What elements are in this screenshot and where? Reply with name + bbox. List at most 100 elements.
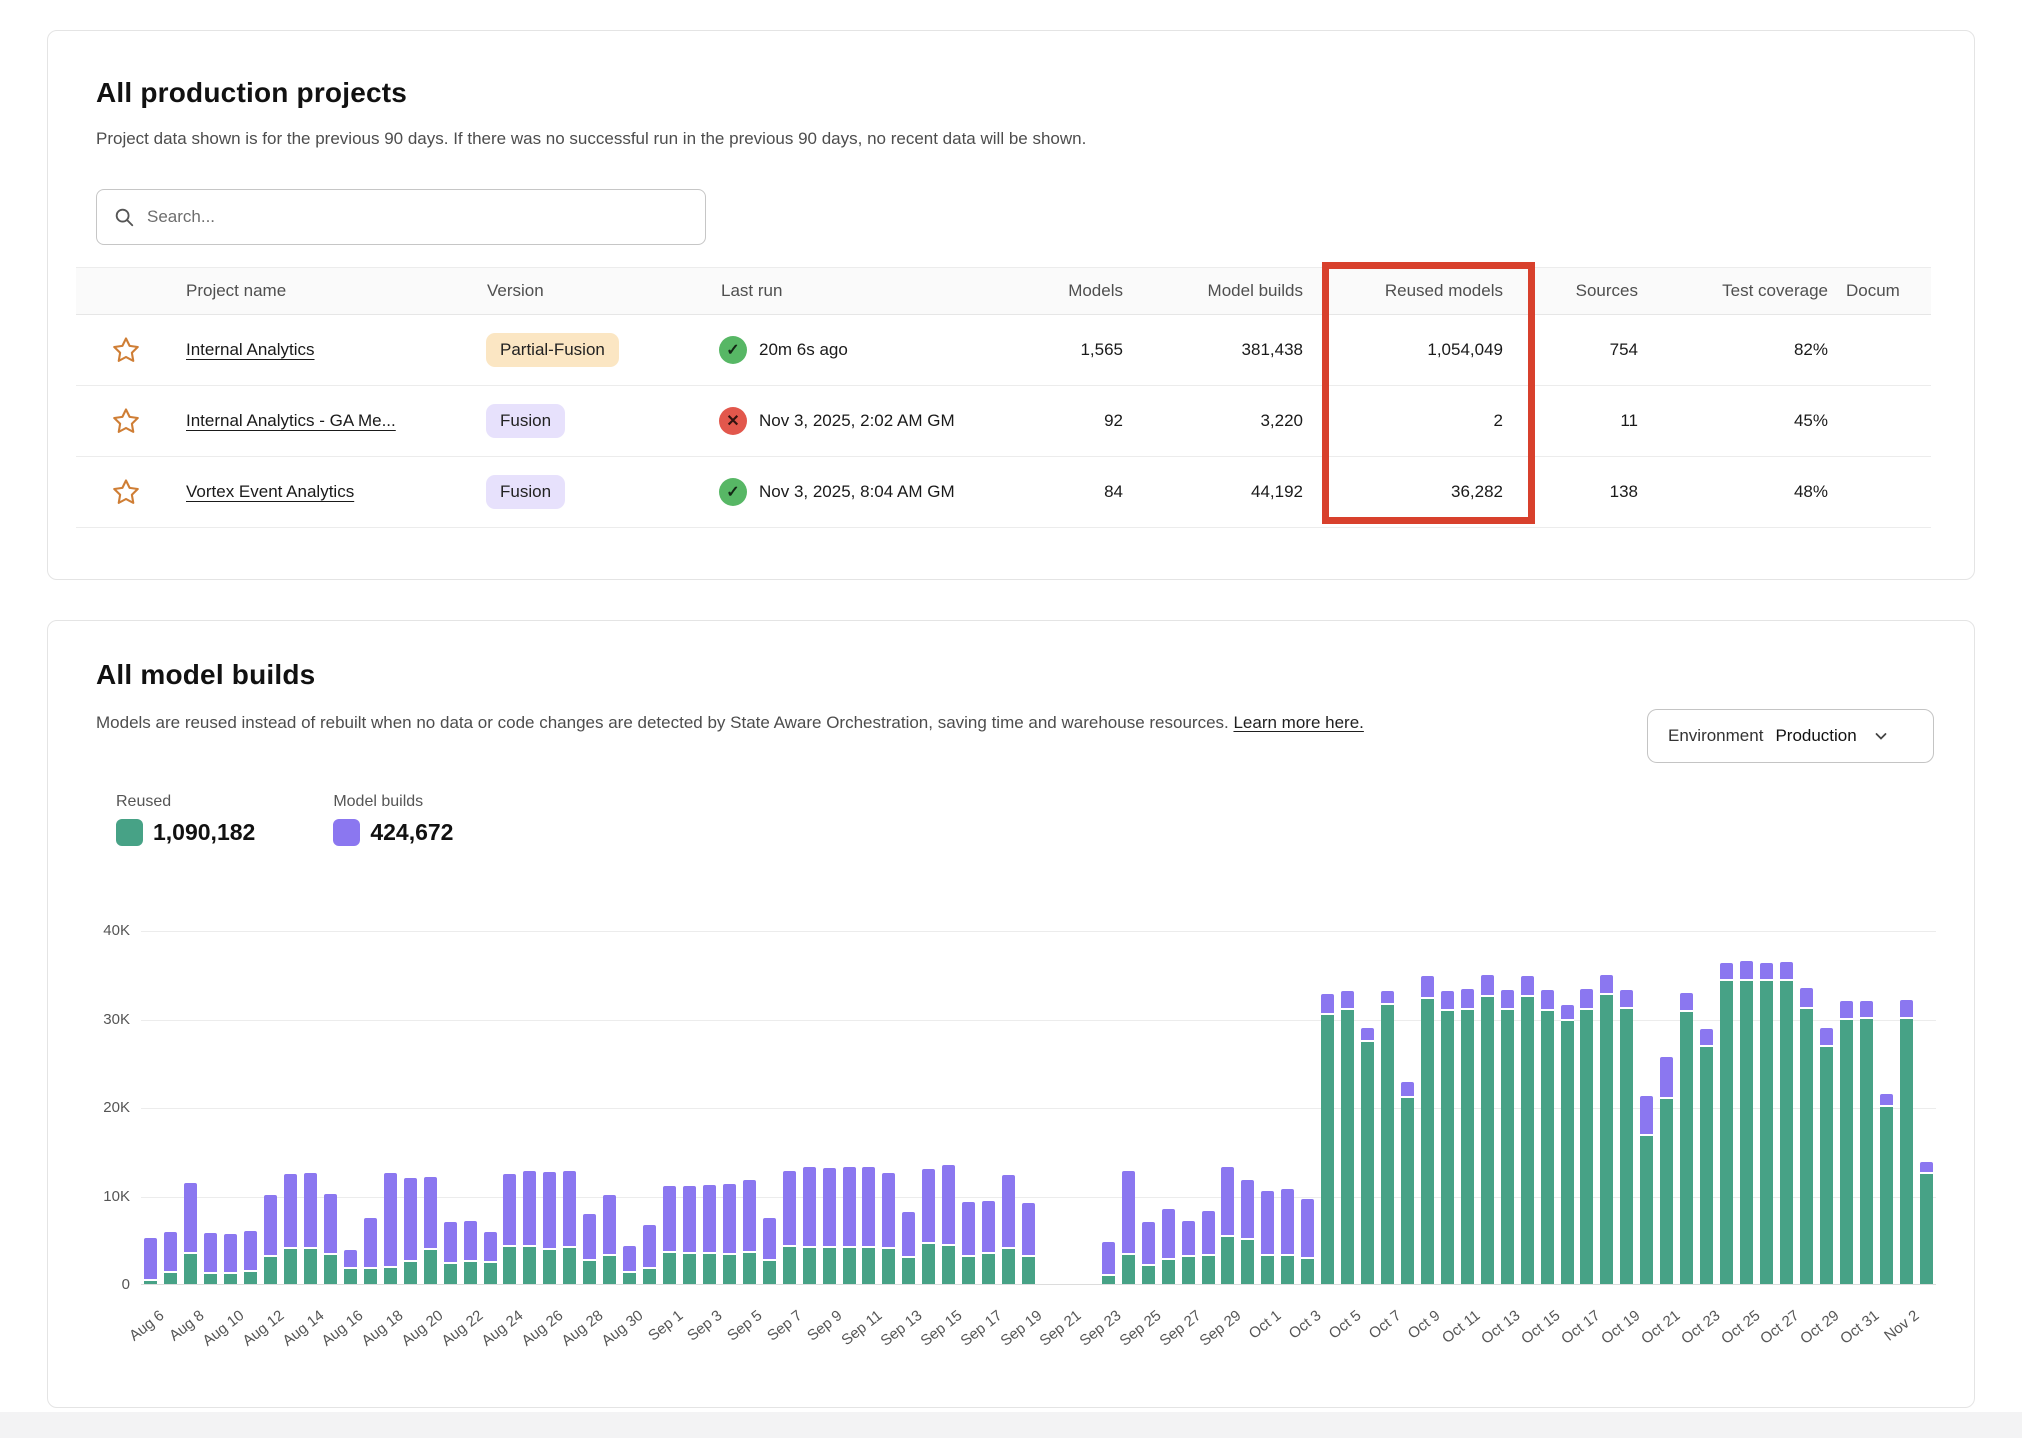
bar-oct-27[interactable] xyxy=(1780,962,1793,1284)
bar-sep-5[interactable] xyxy=(743,1180,756,1284)
bar-sep-15[interactable] xyxy=(942,1165,955,1284)
bar-aug-8[interactable] xyxy=(184,1183,197,1284)
bar-sep-29[interactable] xyxy=(1221,1167,1234,1284)
bar-oct-24[interactable] xyxy=(1720,963,1733,1284)
bar-aug-19[interactable] xyxy=(404,1178,417,1284)
bar-sep-3[interactable] xyxy=(703,1185,716,1284)
bar-sep-9[interactable] xyxy=(823,1168,836,1284)
search-input[interactable] xyxy=(147,207,689,227)
bar-sep-26[interactable] xyxy=(1162,1209,1175,1284)
bar-aug-30[interactable] xyxy=(623,1246,636,1284)
bar-oct-4[interactable] xyxy=(1321,994,1334,1285)
bar-sep-7[interactable] xyxy=(783,1171,796,1284)
bar-aug-18[interactable] xyxy=(384,1173,397,1284)
bar-sep-25[interactable] xyxy=(1142,1222,1155,1284)
bar-oct-2[interactable] xyxy=(1281,1189,1294,1284)
bar-oct-13[interactable] xyxy=(1501,990,1514,1284)
favorite-star-icon[interactable] xyxy=(76,335,176,365)
bar-aug-11[interactable] xyxy=(244,1231,257,1284)
bar-oct-11[interactable] xyxy=(1461,989,1474,1284)
project-link[interactable]: Vortex Event Analytics xyxy=(186,482,354,501)
bar-nov-2[interactable] xyxy=(1900,1000,1913,1284)
bar-nov-1[interactable] xyxy=(1880,1094,1893,1284)
bar-segment-reused xyxy=(444,1264,457,1284)
bar-oct-14[interactable] xyxy=(1521,976,1534,1284)
bar-oct-28[interactable] xyxy=(1800,988,1813,1284)
bar-sep-6[interactable] xyxy=(763,1218,776,1284)
bar-aug-13[interactable] xyxy=(284,1174,297,1284)
bar-sep-19[interactable] xyxy=(1022,1203,1035,1284)
bar-oct-15[interactable] xyxy=(1541,990,1554,1284)
bar-nov-3[interactable] xyxy=(1920,1162,1933,1284)
bar-oct-1[interactable] xyxy=(1261,1191,1274,1284)
bar-oct-21[interactable] xyxy=(1660,1057,1673,1284)
bar-aug-22[interactable] xyxy=(464,1221,477,1284)
bar-oct-23[interactable] xyxy=(1700,1029,1713,1284)
bar-oct-31[interactable] xyxy=(1860,1001,1873,1284)
bar-sep-14[interactable] xyxy=(922,1169,935,1284)
favorite-star-icon[interactable] xyxy=(76,406,176,436)
bar-sep-10[interactable] xyxy=(843,1167,856,1284)
bar-sep-23[interactable] xyxy=(1102,1242,1115,1284)
bar-sep-2[interactable] xyxy=(683,1186,696,1284)
bar-sep-8[interactable] xyxy=(803,1167,816,1284)
bar-aug-20[interactable] xyxy=(424,1177,437,1284)
learn-more-link[interactable]: Learn more here. xyxy=(1233,713,1363,732)
bar-sep-24[interactable] xyxy=(1122,1171,1135,1284)
bar-aug-25[interactable] xyxy=(523,1171,536,1284)
bar-oct-16[interactable] xyxy=(1561,1005,1574,1284)
bar-aug-17[interactable] xyxy=(364,1218,377,1284)
bar-sep-12[interactable] xyxy=(882,1173,895,1284)
bar-aug-7[interactable] xyxy=(164,1232,177,1284)
bar-aug-28[interactable] xyxy=(583,1214,596,1284)
bar-oct-25[interactable] xyxy=(1740,961,1753,1284)
project-link[interactable]: Internal Analytics xyxy=(186,340,315,359)
bar-sep-30[interactable] xyxy=(1241,1180,1254,1284)
bar-sep-16[interactable] xyxy=(962,1202,975,1284)
bar-aug-29[interactable] xyxy=(603,1195,616,1284)
bar-aug-21[interactable] xyxy=(444,1222,457,1284)
y-tick-40K: 40K xyxy=(70,922,130,939)
bar-sep-11[interactable] xyxy=(862,1167,875,1284)
bar-oct-9[interactable] xyxy=(1421,976,1434,1284)
bar-aug-31[interactable] xyxy=(643,1225,656,1285)
bar-aug-9[interactable] xyxy=(204,1233,217,1284)
bar-oct-6[interactable] xyxy=(1361,1028,1374,1284)
bar-sep-17[interactable] xyxy=(982,1201,995,1284)
bar-oct-8[interactable] xyxy=(1401,1082,1414,1284)
bar-sep-27[interactable] xyxy=(1182,1221,1195,1284)
bar-aug-23[interactable] xyxy=(484,1232,497,1284)
bar-oct-17[interactable] xyxy=(1580,989,1593,1284)
bar-oct-19[interactable] xyxy=(1620,990,1633,1284)
bar-aug-15[interactable] xyxy=(324,1194,337,1284)
search-box[interactable] xyxy=(96,189,706,245)
bar-oct-12[interactable] xyxy=(1481,975,1494,1284)
bar-sep-28[interactable] xyxy=(1202,1211,1215,1284)
bar-aug-24[interactable] xyxy=(503,1174,516,1284)
bar-aug-12[interactable] xyxy=(264,1195,277,1284)
bar-aug-10[interactable] xyxy=(224,1234,237,1284)
bar-sep-4[interactable] xyxy=(723,1184,736,1284)
bar-oct-26[interactable] xyxy=(1760,963,1773,1284)
bar-oct-7[interactable] xyxy=(1381,991,1394,1284)
favorite-star-icon[interactable] xyxy=(76,477,176,507)
bar-oct-20[interactable] xyxy=(1640,1096,1653,1284)
bar-aug-16[interactable] xyxy=(344,1250,357,1284)
bar-aug-6[interactable] xyxy=(144,1238,157,1284)
bar-oct-5[interactable] xyxy=(1341,991,1354,1284)
bar-sep-18[interactable] xyxy=(1002,1175,1015,1284)
bar-oct-22[interactable] xyxy=(1680,993,1693,1284)
bar-sep-13[interactable] xyxy=(902,1212,915,1284)
bar-oct-10[interactable] xyxy=(1441,991,1454,1284)
project-link[interactable]: Internal Analytics - GA Me... xyxy=(186,411,396,430)
bar-aug-26[interactable] xyxy=(543,1172,556,1284)
bar-oct-18[interactable] xyxy=(1600,975,1613,1284)
bar-sep-1[interactable] xyxy=(663,1186,676,1284)
bar-aug-27[interactable] xyxy=(563,1171,576,1285)
col-model-builds: Model builds xyxy=(1131,281,1311,301)
environment-select[interactable]: Environment Production xyxy=(1647,709,1934,763)
bar-oct-29[interactable] xyxy=(1820,1028,1833,1284)
bar-oct-30[interactable] xyxy=(1840,1001,1853,1284)
bar-aug-14[interactable] xyxy=(304,1173,317,1284)
bar-oct-3[interactable] xyxy=(1301,1199,1314,1284)
